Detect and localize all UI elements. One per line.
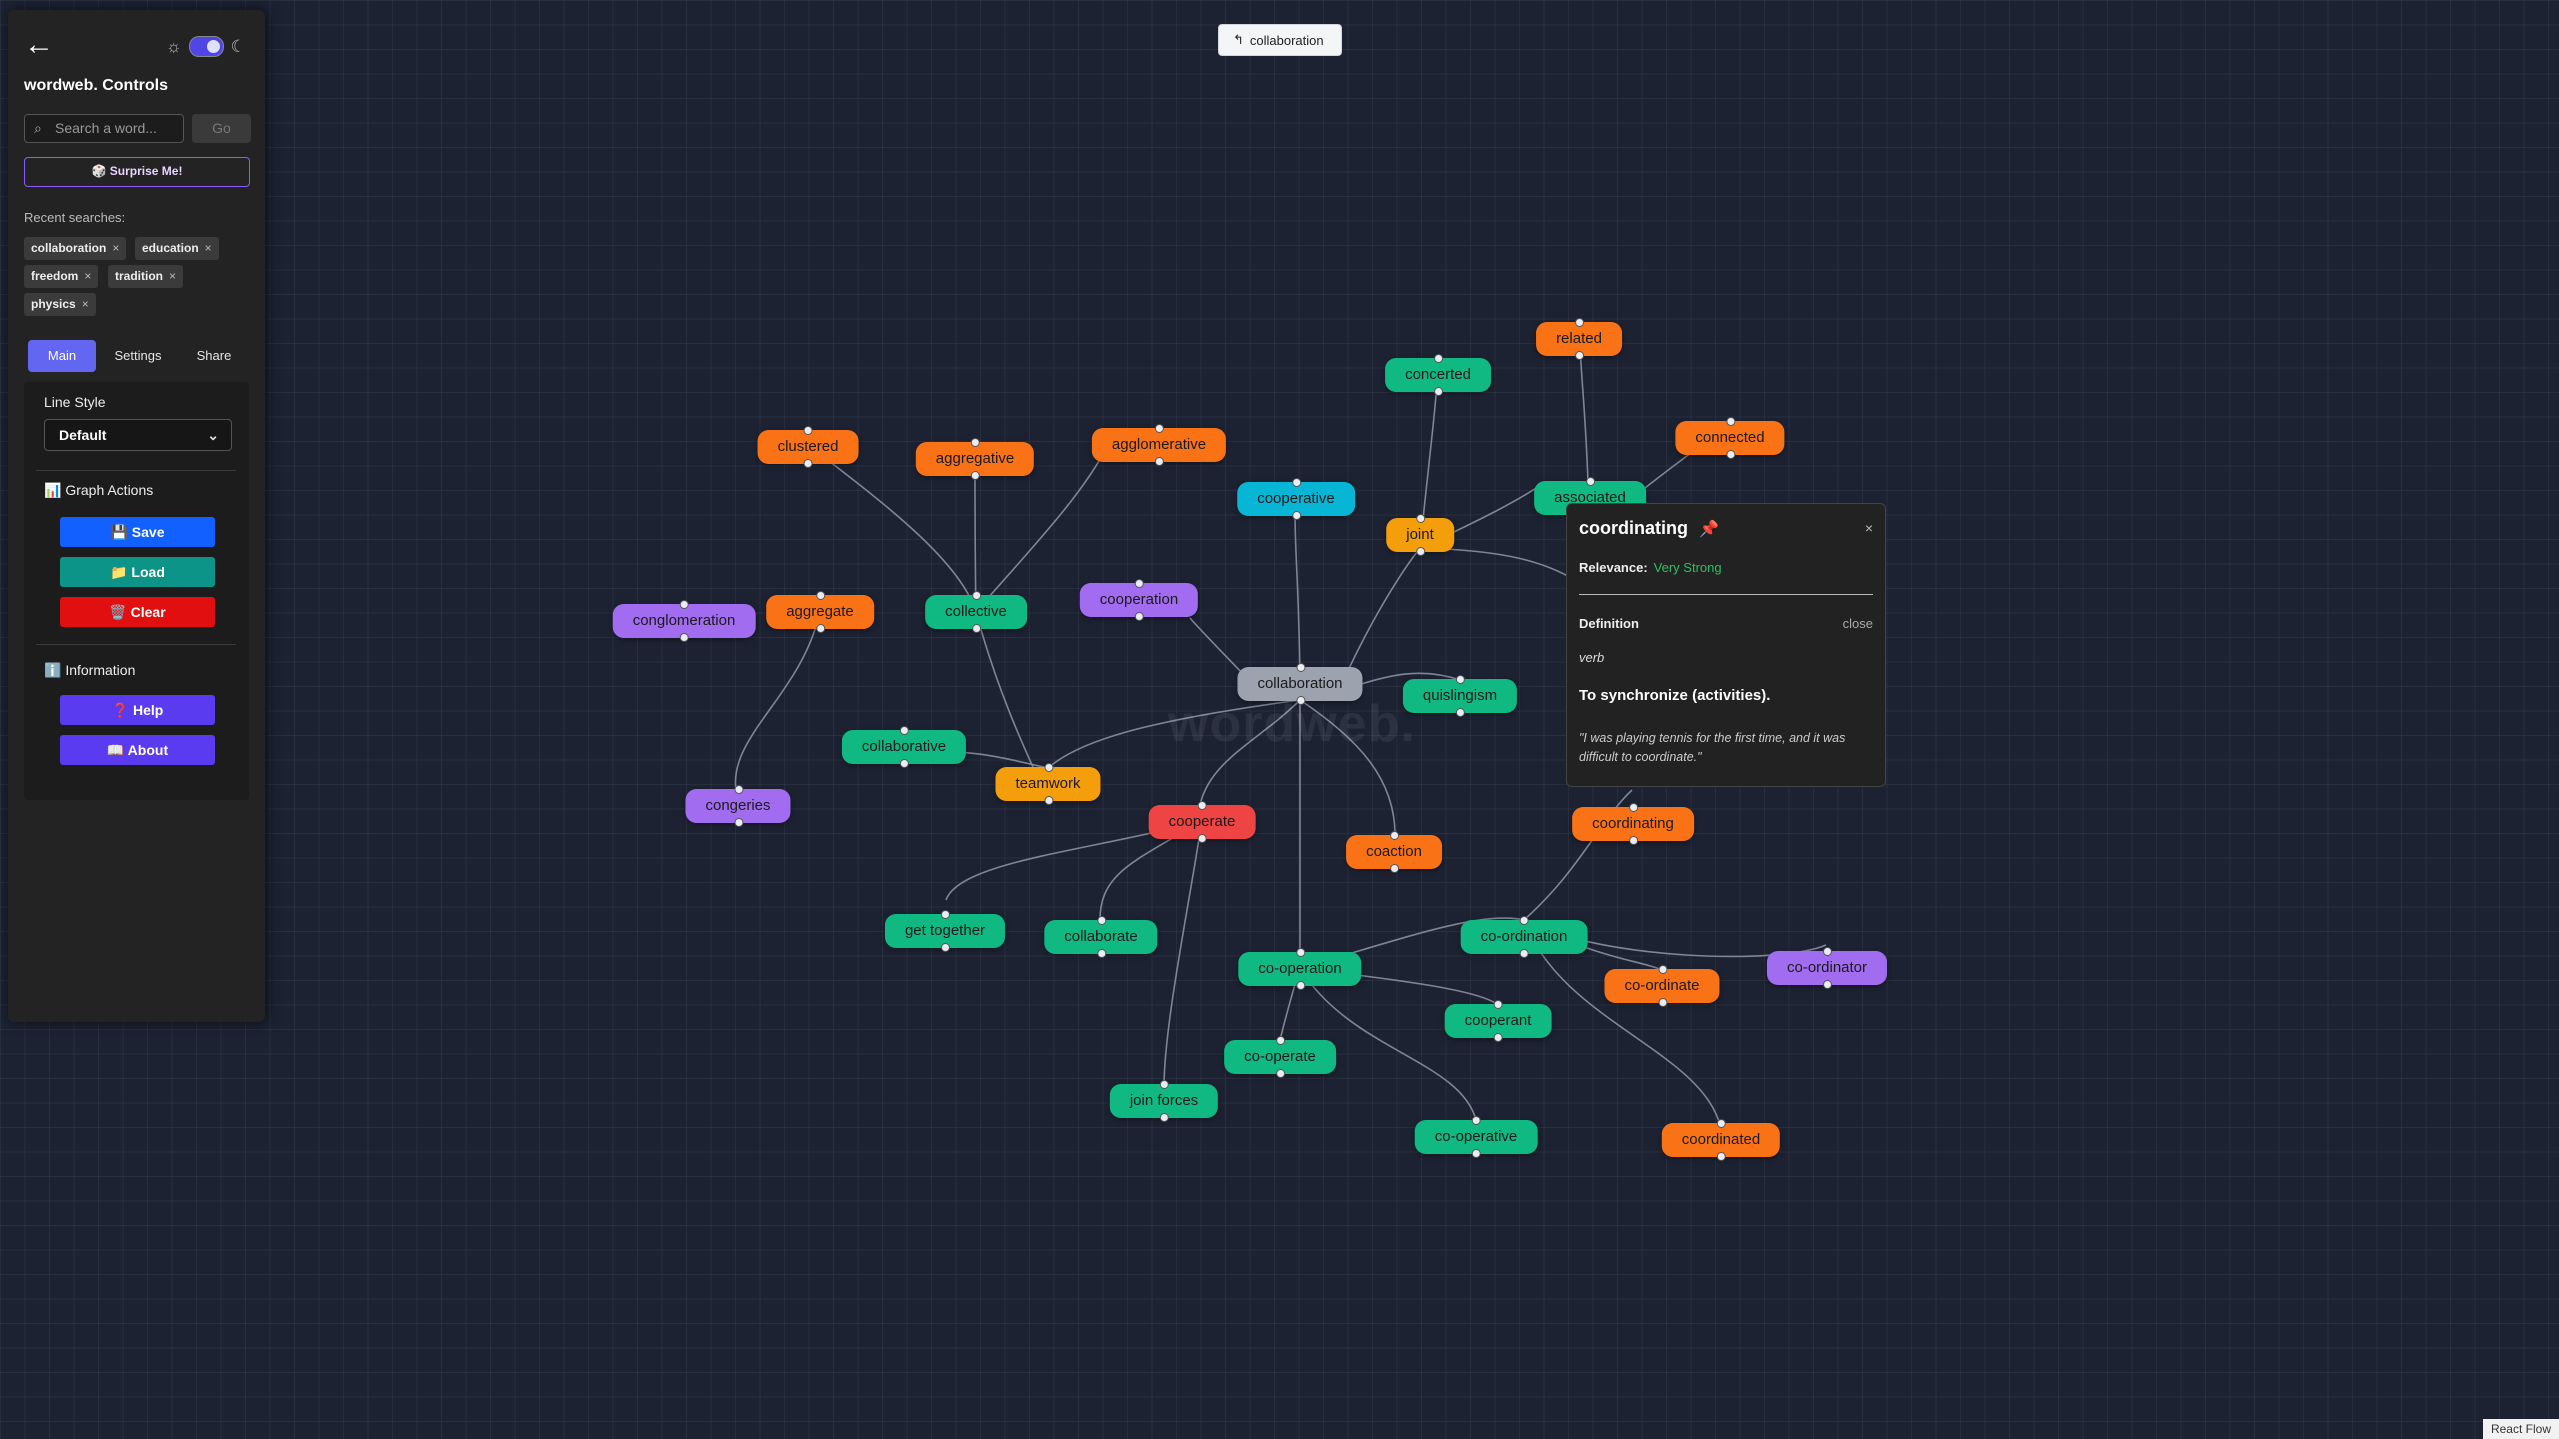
tab-settings[interactable]: Settings [104, 340, 172, 372]
node-co-operation[interactable]: co-operation [1238, 948, 1362, 990]
load-button[interactable]: 📁 Load [60, 557, 215, 587]
recent-chip-freedom[interactable]: freedom × [24, 265, 99, 288]
popup-close-icon[interactable]: × [1865, 520, 1873, 536]
node-cooperation[interactable]: cooperation [1079, 579, 1199, 621]
back-chip-label: collaboration [1249, 32, 1324, 48]
node-cooperant[interactable]: cooperant [1444, 1000, 1552, 1042]
recent-chip-label: physics [31, 297, 76, 311]
recent-chip-label: freedom [31, 269, 79, 283]
node-coordinated[interactable]: coordinated [1661, 1119, 1781, 1161]
panel-title: wordweb. Controls [24, 77, 168, 94]
node-clustered[interactable]: clustered [757, 426, 859, 468]
panel-tabs: Main Settings Share [24, 340, 249, 373]
node-collaboration[interactable]: collaboration [1237, 663, 1363, 705]
node-agglomerative[interactable]: agglomerative [1091, 424, 1227, 466]
node-connected[interactable]: connected [1675, 417, 1785, 459]
node-co-ordination[interactable]: co-ordination [1460, 916, 1588, 958]
relevance-label: Relevance: [1579, 560, 1648, 575]
divider [36, 644, 236, 645]
node-teamwork[interactable]: teamwork [995, 763, 1101, 805]
definition-close-link[interactable]: close [1843, 616, 1873, 631]
node-get-together[interactable]: get together [884, 910, 1006, 952]
recent-chip-collaboration[interactable]: collaboration × [24, 237, 127, 260]
react-flow-attribution[interactable]: React Flow [2482, 1419, 2559, 1439]
node-congeries[interactable]: congeries [685, 785, 791, 827]
node-coaction[interactable]: coaction [1346, 831, 1442, 873]
close-icon[interactable]: × [205, 241, 212, 255]
node-coordinating[interactable]: coordinating [1572, 803, 1694, 845]
theme-toggle-group: ☼ ☾ [166, 36, 246, 57]
sun-icon: ☼ [166, 36, 182, 56]
help-button[interactable]: ❓ Help [60, 695, 215, 725]
save-button[interactable]: 💾 Save [60, 517, 215, 547]
recent-chip-label: tradition [115, 269, 163, 283]
line-style-value: Default [59, 427, 107, 443]
definition-text: To synchronize (activities). [1579, 687, 1771, 704]
node-quislingism[interactable]: quislingism [1402, 675, 1518, 717]
pin-icon[interactable]: 📌 [1699, 521, 1719, 538]
clear-button[interactable]: 🗑️ Clear [60, 597, 215, 627]
tab-main[interactable]: Main [28, 340, 96, 372]
back-arrow-icon[interactable]: ← [24, 30, 54, 60]
node-related[interactable]: related [1536, 318, 1622, 360]
main-tab-content: Line Style Default ⌄ 📊 Graph Actions 💾 S… [24, 382, 249, 800]
information-label: ℹ️ Information [44, 662, 136, 678]
popup-divider [1579, 594, 1873, 595]
node-join-forces[interactable]: join forces [1109, 1080, 1219, 1122]
node-cooperative[interactable]: cooperative [1237, 478, 1355, 520]
recent-chip-education[interactable]: education × [135, 237, 219, 260]
node-concerted[interactable]: concerted [1385, 354, 1491, 396]
part-of-speech: verb [1579, 650, 1605, 665]
tab-share[interactable]: Share [180, 340, 248, 372]
recent-chip-tradition[interactable]: tradition × [108, 265, 184, 288]
search-icon: ⌕ [34, 120, 42, 136]
popup-word: coordinating [1579, 518, 1688, 538]
surprise-me-button[interactable]: 🎲 Surprise Me! [24, 157, 250, 187]
about-button[interactable]: 📖 About [60, 735, 215, 765]
search-input[interactable]: ⌕ Search a word... [24, 114, 184, 143]
node-aggregate[interactable]: aggregate [766, 591, 874, 633]
node-co-ordinate[interactable]: co-ordinate [1604, 965, 1720, 1007]
theme-toggle[interactable] [188, 36, 224, 57]
word-detail-popup: coordinating 📌 × Relevance: Very Strong D… [1566, 503, 1886, 787]
example-sentence: "I was playing tennis for the first time… [1579, 731, 1846, 764]
close-icon[interactable]: × [169, 269, 176, 283]
node-aggregative[interactable]: aggregative [915, 438, 1035, 480]
chevron-down-icon: ⌄ [207, 427, 219, 443]
wordweb-watermark: wordweb. [1168, 695, 1416, 753]
close-icon[interactable]: × [82, 297, 89, 311]
node-co-operate[interactable]: co-operate [1224, 1036, 1336, 1078]
node-cooperate[interactable]: cooperate [1148, 801, 1256, 843]
divider [36, 470, 236, 471]
line-style-label: Line Style [44, 394, 106, 410]
line-style-select[interactable]: Default ⌄ [44, 419, 232, 451]
close-icon[interactable]: × [112, 241, 119, 255]
moon-icon: ☾ [230, 36, 246, 56]
go-button[interactable]: Go [192, 114, 251, 143]
popup-title: coordinating 📌 [1579, 518, 1719, 539]
close-icon[interactable]: × [84, 269, 91, 283]
node-collaborative[interactable]: collaborative [841, 726, 967, 768]
node-collective[interactable]: collective [925, 591, 1027, 633]
recent-searches-label: Recent searches: [24, 210, 126, 225]
recent-chip-label: collaboration [31, 241, 107, 255]
graph-actions-label: 📊 Graph Actions [44, 482, 154, 498]
node-collaborate[interactable]: collaborate [1044, 916, 1158, 958]
search-placeholder: Search a word... [55, 120, 157, 136]
back-to-word-button[interactable]: ↰ collaboration [1218, 24, 1342, 56]
node-joint[interactable]: joint [1386, 514, 1454, 556]
recent-chip-label: education [142, 241, 199, 255]
node-conglomeration[interactable]: conglomeration [612, 600, 756, 642]
recent-chip-physics[interactable]: physics × [24, 293, 96, 316]
node-co-ordinator[interactable]: co-ordinator [1766, 947, 1888, 989]
relevance-value: Very Strong [1653, 560, 1722, 575]
relevance: Relevance: Very Strong [1579, 560, 1722, 575]
definition-heading: Definition [1579, 616, 1639, 631]
node-co-operative[interactable]: co-operative [1414, 1116, 1538, 1158]
undo-arrow-icon: ↰ [1233, 32, 1244, 47]
